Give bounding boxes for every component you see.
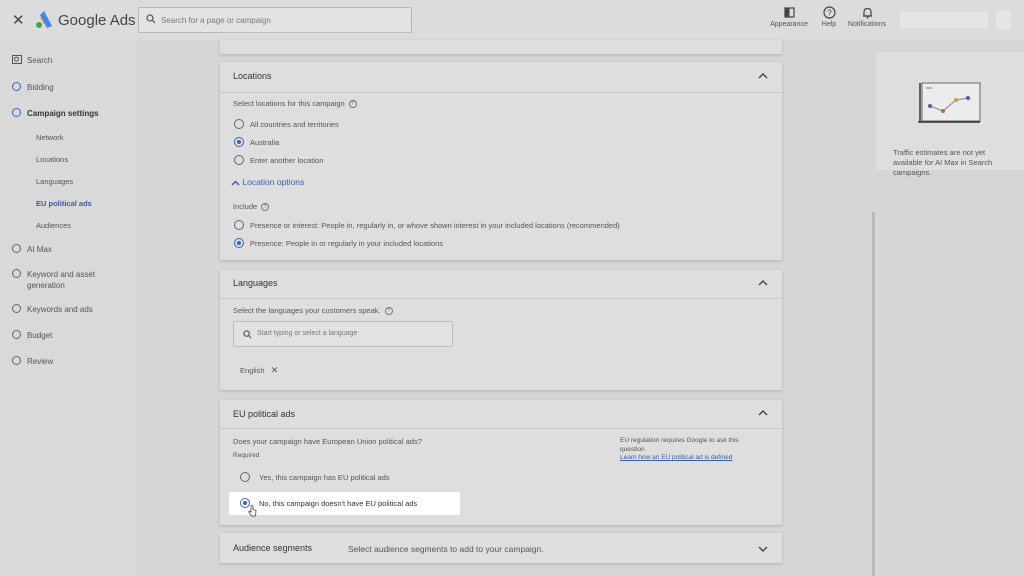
google-ads-logo [36,11,52,28]
chevron-up-icon[interactable] [758,280,768,286]
circle-icon [12,356,21,365]
chevron-down-icon[interactable] [758,546,768,552]
right-panel: Traffic estimates are not yet available … [876,40,1024,576]
sidebar-item-label: Keyword and asset generation [27,270,96,290]
previous-section-card [220,40,782,54]
bell-icon [862,7,872,19]
main-scrollbar[interactable] [872,212,875,576]
location-option-all-radio[interactable] [234,119,244,129]
svg-text:?: ? [827,9,832,18]
sidebar-item-label: Keywords and ads [27,305,93,314]
sidebar-item-label: Campaign settings [27,109,99,118]
sidebar-subitem-eu-political-ads[interactable]: EU political ads [36,199,92,208]
sidebar-subitem-locations[interactable]: Locations [36,155,68,164]
language-search-placeholder[interactable]: Start typing or select a language [257,330,357,337]
help-button[interactable]: ? Help [818,6,840,34]
divider [220,298,782,299]
account-selector[interactable] [900,12,988,28]
help-icon[interactable]: ? [261,203,270,212]
eu-option-label: Yes, this campaign has EU political ads [259,473,390,482]
audience-segments-card[interactable]: Audience segments Select audience segmen… [220,533,782,563]
include-option-label: Presence or interest: People in, regular… [250,221,620,230]
campaign-steps-sidebar: Search Bidding Campaign settings Network… [0,40,136,576]
hand-cursor-icon [248,505,257,517]
section-title: Languages [233,278,278,288]
avatar[interactable] [996,10,1010,30]
help-label: Help [821,21,837,28]
help-icon[interactable]: ? [348,100,357,109]
divider [220,428,782,429]
location-option-label: Australia [250,138,280,147]
section-title: Locations [233,71,272,81]
chevron-up-icon[interactable] [758,73,768,79]
sidebar-subitem-network[interactable]: Network [36,133,64,142]
circle-icon [12,269,21,278]
traffic-estimates-text: Traffic estimates are not yet available … [893,148,993,177]
location-option-australia-radio[interactable] [234,137,244,147]
search-icon [243,330,252,339]
eu-option-label: No, this campaign doesn't have EU politi… [259,499,418,508]
chevron-up-icon [231,180,240,186]
notifications-button[interactable]: Notifications [846,6,888,34]
search-campaign-icon [12,55,22,64]
include-presence-radio[interactable] [234,238,244,248]
help-icon[interactable]: ? [384,307,393,316]
circle-icon [12,304,21,313]
eu-yes-radio[interactable] [240,472,250,482]
location-option-other-radio[interactable] [234,155,244,165]
close-icon[interactable]: ✕ [271,365,279,375]
sidebar-item-label: Search [27,56,53,65]
section-title: Audience segments [233,543,313,553]
chart-illustration-icon [918,82,981,123]
location-option-label: Enter another location [250,156,324,165]
sidebar-subitem-audiences[interactable]: Audiences [36,221,71,230]
circle-icon [12,330,21,339]
required-label: Required [233,452,260,459]
search-icon [146,14,156,24]
appearance-label: Appearance [770,21,808,28]
notifications-label: Notifications [847,21,887,28]
traffic-estimates-panel: Traffic estimates are not yet available … [876,52,1024,177]
sidebar-subitem-languages[interactable]: Languages [36,177,73,186]
divider [220,92,782,93]
language-chip-english[interactable]: English ✕ [240,365,278,376]
help-icon: ? [822,6,836,19]
chevron-up-icon[interactable] [758,410,768,416]
brand-name: Google Ads [58,12,136,29]
global-search-box[interactable] [138,7,412,33]
sidebar-item-label: Budget [27,331,53,340]
languages-prompt: Select the languages your customers spea… [233,306,393,316]
check-circle-icon [12,82,21,91]
locations-prompt: Select locations for this campaign? [233,99,357,109]
include-label: Include? [233,202,270,212]
close-icon[interactable]: ✕ [12,11,25,29]
appearance-button[interactable]: Appearance [770,6,808,34]
section-title: EU political ads [233,409,296,419]
top-app-bar: ✕ Google Ads Appearance ? Help Noti [0,0,1024,40]
eu-question: Does your campaign have European Union p… [233,437,422,446]
include-presence-or-interest-radio[interactable] [234,220,244,230]
appearance-icon [783,7,795,18]
eu-definition-link[interactable]: Learn how an EU political ad is defined [620,454,732,461]
sidebar-item-label: Review [27,357,54,366]
locations-card: Locations Select locations for this camp… [220,62,782,260]
global-search-input[interactable] [161,11,401,29]
location-option-label: All countries and territories [250,120,339,129]
audience-subtitle: Select audience segments to add to your … [348,544,544,554]
progress-circle-icon [12,108,21,117]
circle-icon [12,244,21,253]
include-option-label: Presence: People in or regularly in your… [250,239,444,248]
language-search-box[interactable]: Start typing or select a language [233,321,453,347]
languages-card: Languages Select the languages your cust… [220,270,782,390]
location-options-toggle[interactable]: Location options [231,177,304,187]
sidebar-item-label: Bidding [27,83,54,92]
sidebar-item-label: AI Max [27,245,52,254]
eu-regulation-note: EU regulation requires Google to ask thi… [620,437,739,453]
